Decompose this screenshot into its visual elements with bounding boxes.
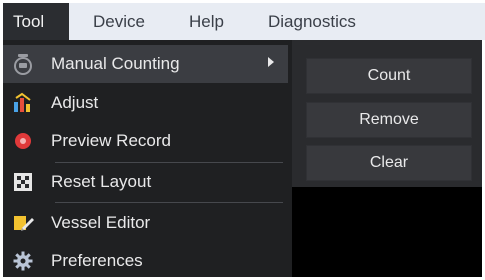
menu-item-label: Vessel Editor [51, 213, 151, 232]
menu-item-manual-counting[interactable]: Manual Counting [3, 45, 288, 83]
clear-button[interactable]: Clear [306, 145, 472, 181]
vessel-editor-icon [9, 211, 37, 235]
layout-icon [9, 170, 37, 194]
menu-separator [55, 202, 283, 203]
adjust-icon [9, 91, 37, 115]
menu-item-preview-record[interactable]: Preview Record [3, 122, 288, 160]
gear-icon [9, 249, 37, 273]
menu-item-label: Reset Layout [51, 172, 152, 191]
menu-item-reset-layout[interactable]: Reset Layout [3, 163, 288, 201]
menu-diagnostics[interactable]: Diagnostics [258, 3, 366, 40]
record-icon [9, 129, 37, 153]
menu-device[interactable]: Device [83, 3, 155, 40]
menu-tool[interactable]: Tool [3, 3, 69, 40]
count-button[interactable]: Count [306, 58, 472, 94]
menu-item-label: Preview Record [51, 131, 171, 150]
counter-icon [9, 52, 37, 76]
menu-item-vessel-editor[interactable]: Vessel Editor [3, 204, 288, 242]
menu-item-label: Preferences [51, 251, 143, 270]
menu-item-label: Adjust [51, 93, 99, 112]
menu-item-label: Manual Counting [51, 54, 180, 73]
remove-button[interactable]: Remove [306, 102, 472, 138]
menu-item-preferences[interactable]: Preferences [3, 242, 288, 280]
menu-item-adjust[interactable]: Adjust [3, 84, 288, 122]
menu-bar: Tool Device Help Diagnostics [3, 3, 485, 40]
submenu-arrow-icon [268, 57, 274, 67]
menu-help[interactable]: Help [179, 3, 234, 40]
app-screen: Tool Device Help Diagnostics Manual Coun… [0, 0, 485, 280]
